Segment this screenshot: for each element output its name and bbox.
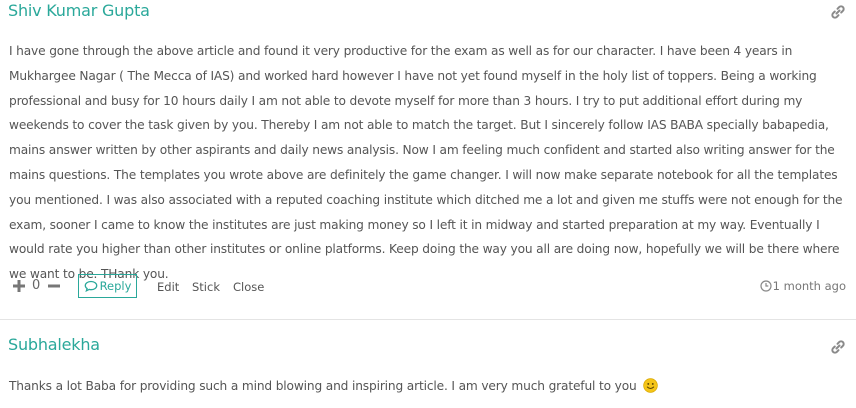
edit-link[interactable]: Edit xyxy=(157,280,179,294)
reply-icon xyxy=(84,280,97,292)
comment-body-text: Thanks a lot Baba for providing such a m… xyxy=(9,379,637,393)
comment-author[interactable]: Shiv Kumar Gupta xyxy=(8,1,150,20)
minus-icon[interactable] xyxy=(47,279,61,293)
reply-button[interactable]: Reply xyxy=(78,274,137,298)
link-icon[interactable] xyxy=(830,4,846,20)
comment-subhalekha: Subhalekha Thanks a lot Baba for providi… xyxy=(0,321,856,408)
clock-icon xyxy=(760,280,772,292)
smiley-icon xyxy=(643,378,659,393)
vote-count: 0 xyxy=(32,278,41,293)
comment-body: I have gone through the above article an… xyxy=(9,44,843,282)
link-icon[interactable] xyxy=(830,339,846,355)
comment-shiv-kumar-gupta: Shiv Kumar Gupta I have gone through the… xyxy=(0,0,856,320)
comment-actions: 0 Reply Edit Stick Close 1 month ago xyxy=(12,274,846,300)
timestamp-text: 1 month ago xyxy=(772,279,846,293)
comment-author[interactable]: Subhalekha xyxy=(8,335,100,354)
stick-link[interactable]: Stick xyxy=(192,280,220,294)
comment-body: Thanks a lot Baba for providing such a m… xyxy=(9,374,845,399)
close-link[interactable]: Close xyxy=(233,280,264,294)
comment-timestamp[interactable]: 1 month ago xyxy=(760,279,846,293)
plus-icon[interactable] xyxy=(12,279,26,293)
reply-label: Reply xyxy=(99,279,132,293)
